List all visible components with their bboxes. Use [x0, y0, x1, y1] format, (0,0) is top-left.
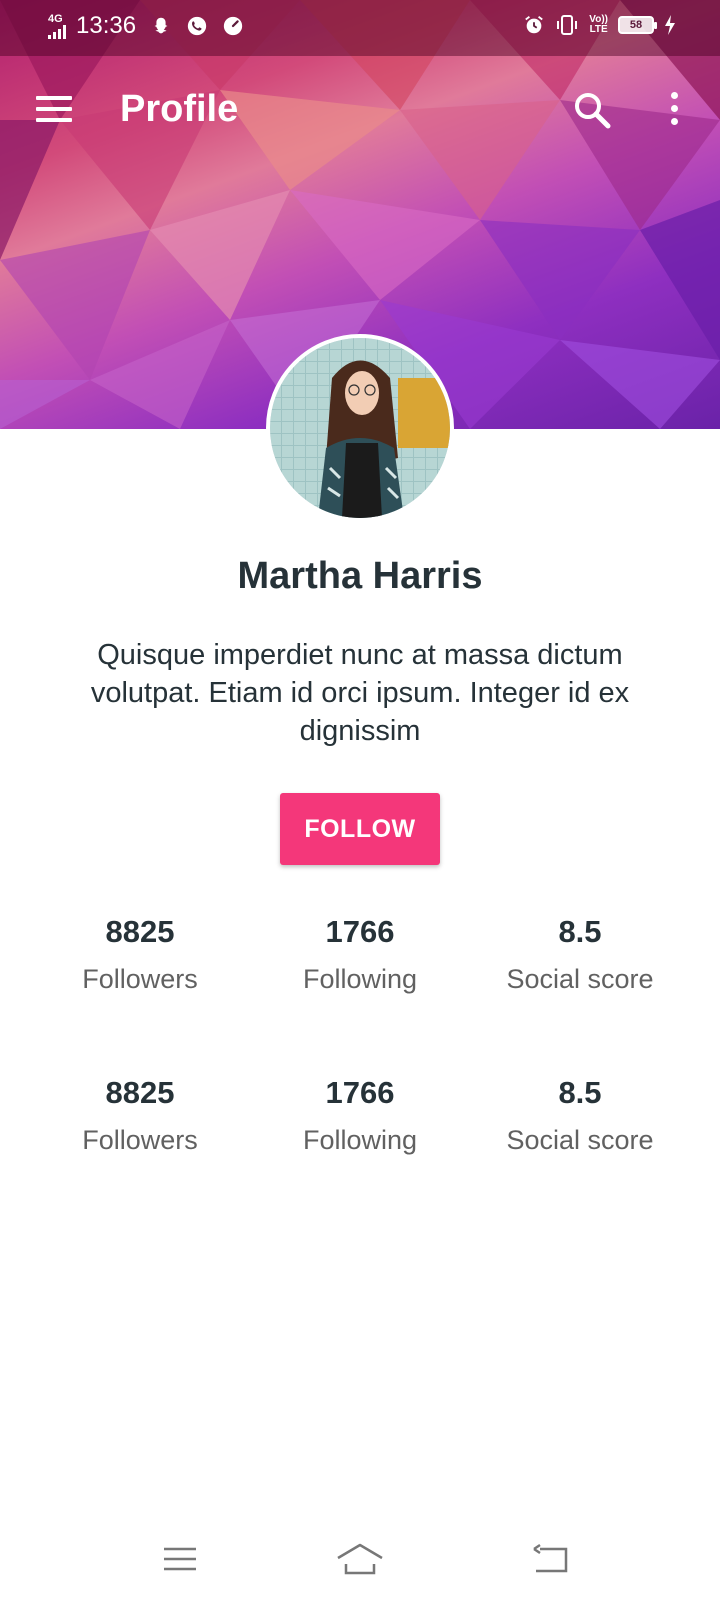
stat-label: Following [302, 1125, 418, 1155]
snapchat-icon [154, 17, 168, 34]
battery-level: 58 [629, 19, 643, 31]
back-icon[interactable] [520, 1534, 580, 1584]
system-nav-bar [0, 1520, 720, 1600]
app-bar: Profile [0, 56, 720, 168]
stat-value: 1766 [325, 1075, 395, 1110]
vibrate-icon [557, 15, 578, 35]
stat-social-score[interactable]: 8.5 Social score [470, 912, 690, 1012]
stats-row: 8825 Followers 1766 Following 8.5 Social… [30, 1073, 690, 1173]
whatsapp-icon [187, 16, 207, 36]
profile-bio: Quisque imperdiet nunc at massa dictum v… [90, 639, 630, 747]
stat-value: 8825 [105, 1075, 175, 1110]
menu-icon[interactable] [36, 96, 76, 128]
network-type: 4G [48, 12, 63, 25]
stat-followers[interactable]: 8825 Followers [30, 912, 250, 1012]
stat-label: Social score [506, 964, 654, 994]
avatar[interactable] [266, 334, 454, 522]
page-title: Profile [120, 88, 239, 130]
search-icon[interactable] [572, 90, 612, 130]
stat-value: 8825 [105, 914, 175, 949]
profile-photo [270, 338, 450, 518]
stat-value: 1766 [325, 914, 395, 949]
follow-button[interactable]: FOLLOW [280, 793, 440, 865]
stat-social-score[interactable]: 8.5 Social score [470, 1073, 690, 1173]
stat-followers[interactable]: 8825 Followers [30, 1073, 250, 1173]
recents-icon[interactable] [150, 1534, 210, 1584]
stat-label: Following [302, 964, 418, 994]
stat-label: Social score [506, 1125, 654, 1155]
signal-icon [48, 24, 66, 39]
stat-value: 8.5 [558, 1075, 602, 1110]
volte-bottom-text: LTE [589, 24, 608, 35]
stat-following[interactable]: 1766 Following [250, 1073, 470, 1173]
stat-value: 8.5 [558, 914, 602, 949]
speed-icon [223, 16, 243, 36]
stat-label: Followers [82, 964, 198, 994]
battery-icon: 58 [618, 16, 657, 34]
alarm-icon [525, 16, 544, 34]
status-time: 13:36 [76, 12, 137, 39]
stat-label: Followers [82, 1125, 198, 1155]
stat-following[interactable]: 1766 Following [250, 912, 470, 1012]
status-bar: 4G 13:36 Vo)) LTE 58 [0, 0, 720, 56]
stats-row: 8825 Followers 1766 Following 8.5 Social… [30, 912, 690, 1012]
network-indicator: 4G [48, 12, 66, 39]
more-vert-icon[interactable] [662, 92, 686, 132]
home-icon[interactable] [330, 1534, 390, 1584]
profile-name: Martha Harris [237, 555, 483, 597]
charging-icon [665, 15, 675, 35]
volte-indicator: Vo)) LTE [589, 15, 608, 35]
